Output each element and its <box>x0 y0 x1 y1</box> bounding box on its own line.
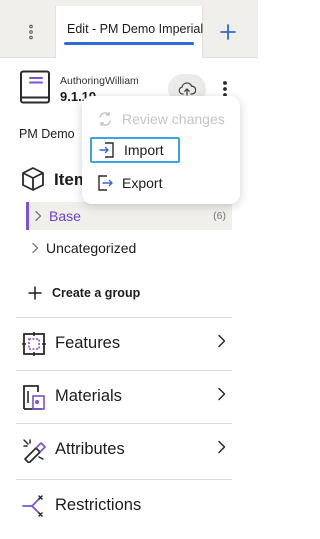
section-label: Features <box>55 334 121 352</box>
cube-icon <box>22 167 44 191</box>
tree-item-base[interactable]: Base (6) <box>26 202 232 230</box>
section-label: Materials <box>55 387 122 405</box>
tab-active-indicator <box>64 42 194 45</box>
features-icon <box>19 331 49 357</box>
section-attributes[interactable]: Attributes <box>16 423 232 475</box>
import-icon <box>96 141 118 159</box>
section-label: Attributes <box>55 440 125 458</box>
menu-item-export[interactable]: Export <box>90 170 232 196</box>
create-group-label: Create a group <box>52 286 141 300</box>
menu-item-label: Review changes <box>122 111 225 127</box>
create-group-button[interactable]: Create a group <box>26 280 140 306</box>
materials-icon <box>19 383 49 411</box>
author-name: AuthoringWilliam <box>60 75 139 87</box>
tree-item-label: Uncategorized <box>46 240 137 256</box>
more-options-menu: Review changes Import Export <box>82 96 240 204</box>
plus-icon <box>26 286 44 300</box>
cloud-upload-icon <box>178 82 196 96</box>
menu-item-label: Import <box>124 142 164 158</box>
plus-icon <box>220 24 236 40</box>
tab-label: Edit - PM Demo Imperial <box>67 22 204 36</box>
menu-item-import[interactable]: Import <box>90 137 180 163</box>
chevron-right-icon <box>217 440 226 459</box>
chevron-right-icon <box>217 334 226 353</box>
attributes-icon <box>19 437 49 463</box>
section-features[interactable]: Features <box>16 317 232 369</box>
vertical-dots-icon <box>29 24 33 40</box>
section-restrictions[interactable]: Restrictions <box>16 479 232 531</box>
book-icon <box>20 70 50 104</box>
export-icon <box>94 174 116 192</box>
tab-edit-pm-demo[interactable]: Edit - PM Demo Imperial <box>55 6 203 58</box>
chevron-right-icon <box>217 387 226 406</box>
tree-item-count: (6) <box>213 210 226 222</box>
add-tab-button[interactable] <box>214 18 242 46</box>
chevron-right-icon[interactable] <box>29 210 47 222</box>
restrictions-icon <box>19 493 49 519</box>
model-name: PM Demo Imperial <box>19 127 79 141</box>
menu-item-review-changes[interactable]: Review changes <box>90 106 232 132</box>
chevron-right-icon[interactable] <box>26 242 44 254</box>
tab-bar: Edit - PM Demo Imperial <box>0 0 258 58</box>
menu-item-label: Export <box>122 175 163 191</box>
tree-item-uncategorized[interactable]: Uncategorized <box>26 234 232 262</box>
section-label: Restrictions <box>55 496 142 514</box>
section-materials[interactable]: Materials <box>16 370 232 422</box>
sync-icon <box>94 111 116 127</box>
tab-menu-button[interactable] <box>18 20 44 44</box>
tree-item-label: Base <box>49 208 81 224</box>
